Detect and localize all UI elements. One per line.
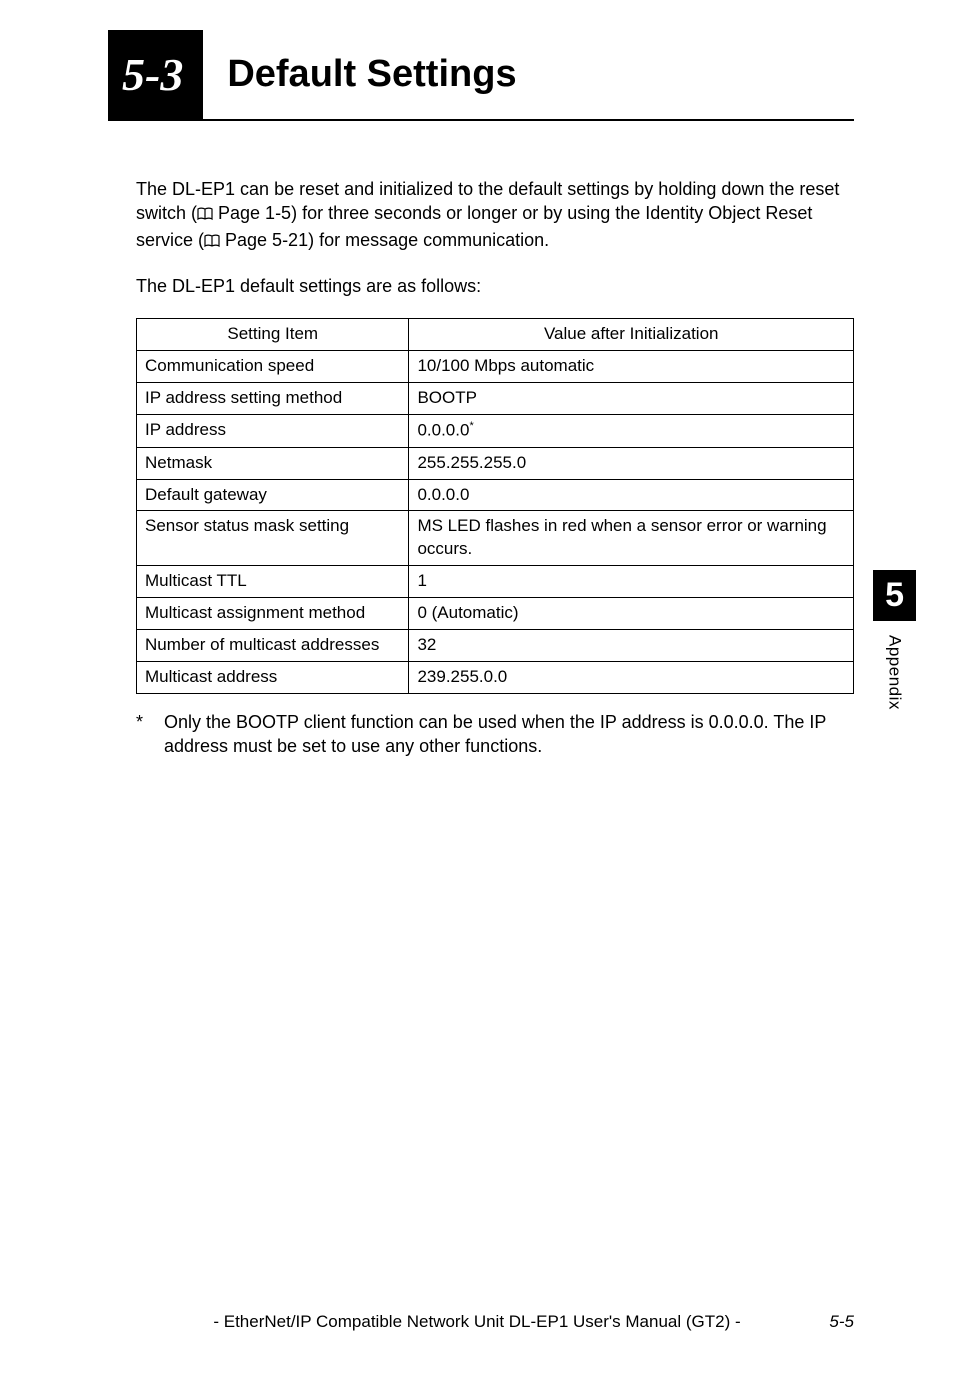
table-row: Multicast address239.255.0.0 — [137, 662, 854, 694]
footer-page-number: 5-5 — [829, 1312, 854, 1332]
setting-value: 0.0.0.0* — [409, 415, 854, 448]
default-settings-table: Setting Item Value after Initialization … — [136, 318, 854, 694]
setting-item: IP address — [137, 415, 409, 448]
table-header-item: Setting Item — [137, 319, 409, 351]
page-content: The DL-EP1 can be reset and initialized … — [136, 121, 854, 759]
setting-value: 239.255.0.0 — [409, 662, 854, 694]
book-icon — [204, 230, 220, 254]
setting-value: 0.0.0.0 — [409, 479, 854, 511]
table-row: Sensor status mask settingMS LED flashes… — [137, 511, 854, 566]
footnote-reference-star: * — [469, 420, 473, 432]
side-chapter-label: Appendix — [885, 635, 905, 710]
section-header: 5-3 Default Settings — [0, 30, 954, 119]
side-chapter-tab: 5 Appendix — [873, 570, 916, 710]
setting-value: 32 — [409, 630, 854, 662]
setting-value: 255.255.255.0 — [409, 447, 854, 479]
setting-item: Sensor status mask setting — [137, 511, 409, 566]
table-row: IP address0.0.0.0* — [137, 415, 854, 448]
setting-value: 0 (Automatic) — [409, 598, 854, 630]
intro-text-3: ) for message communication. — [308, 230, 549, 250]
section-title: Default Settings — [203, 30, 516, 119]
book-icon — [197, 203, 213, 227]
page-reference-2: Page 5-21 — [220, 230, 308, 250]
setting-value: BOOTP — [409, 383, 854, 415]
setting-item: Communication speed — [137, 351, 409, 383]
table-row: Communication speed10/100 Mbps automatic — [137, 351, 854, 383]
table-intro: The DL-EP1 default settings are as follo… — [136, 274, 854, 298]
setting-value: MS LED flashes in red when a sensor erro… — [409, 511, 854, 566]
setting-item: Default gateway — [137, 479, 409, 511]
setting-item: Netmask — [137, 447, 409, 479]
setting-item: Multicast address — [137, 662, 409, 694]
footnote-marker: * — [136, 710, 164, 759]
footnote-text: Only the BOOTP client function can be us… — [164, 710, 854, 759]
footnote: * Only the BOOTP client function can be … — [136, 710, 854, 759]
table-row: Netmask255.255.255.0 — [137, 447, 854, 479]
setting-item: Multicast assignment method — [137, 598, 409, 630]
intro-paragraph: The DL-EP1 can be reset and initialized … — [136, 177, 854, 254]
page-reference-1: Page 1-5 — [213, 203, 291, 223]
table-row: Multicast TTL1 — [137, 566, 854, 598]
setting-item: IP address setting method — [137, 383, 409, 415]
setting-value: 10/100 Mbps automatic — [409, 351, 854, 383]
table-row: Number of multicast addresses32 — [137, 630, 854, 662]
setting-item: Multicast TTL — [137, 566, 409, 598]
table-row: IP address setting methodBOOTP — [137, 383, 854, 415]
table-row: Default gateway0.0.0.0 — [137, 479, 854, 511]
setting-value: 1 — [409, 566, 854, 598]
section-number: 5-3 — [108, 30, 203, 119]
table-header-value: Value after Initialization — [409, 319, 854, 351]
table-header-row: Setting Item Value after Initialization — [137, 319, 854, 351]
table-row: Multicast assignment method0 (Automatic) — [137, 598, 854, 630]
side-chapter-number: 5 — [873, 570, 916, 621]
setting-item: Number of multicast addresses — [137, 630, 409, 662]
footer-text: - EtherNet/IP Compatible Network Unit DL… — [0, 1312, 954, 1332]
